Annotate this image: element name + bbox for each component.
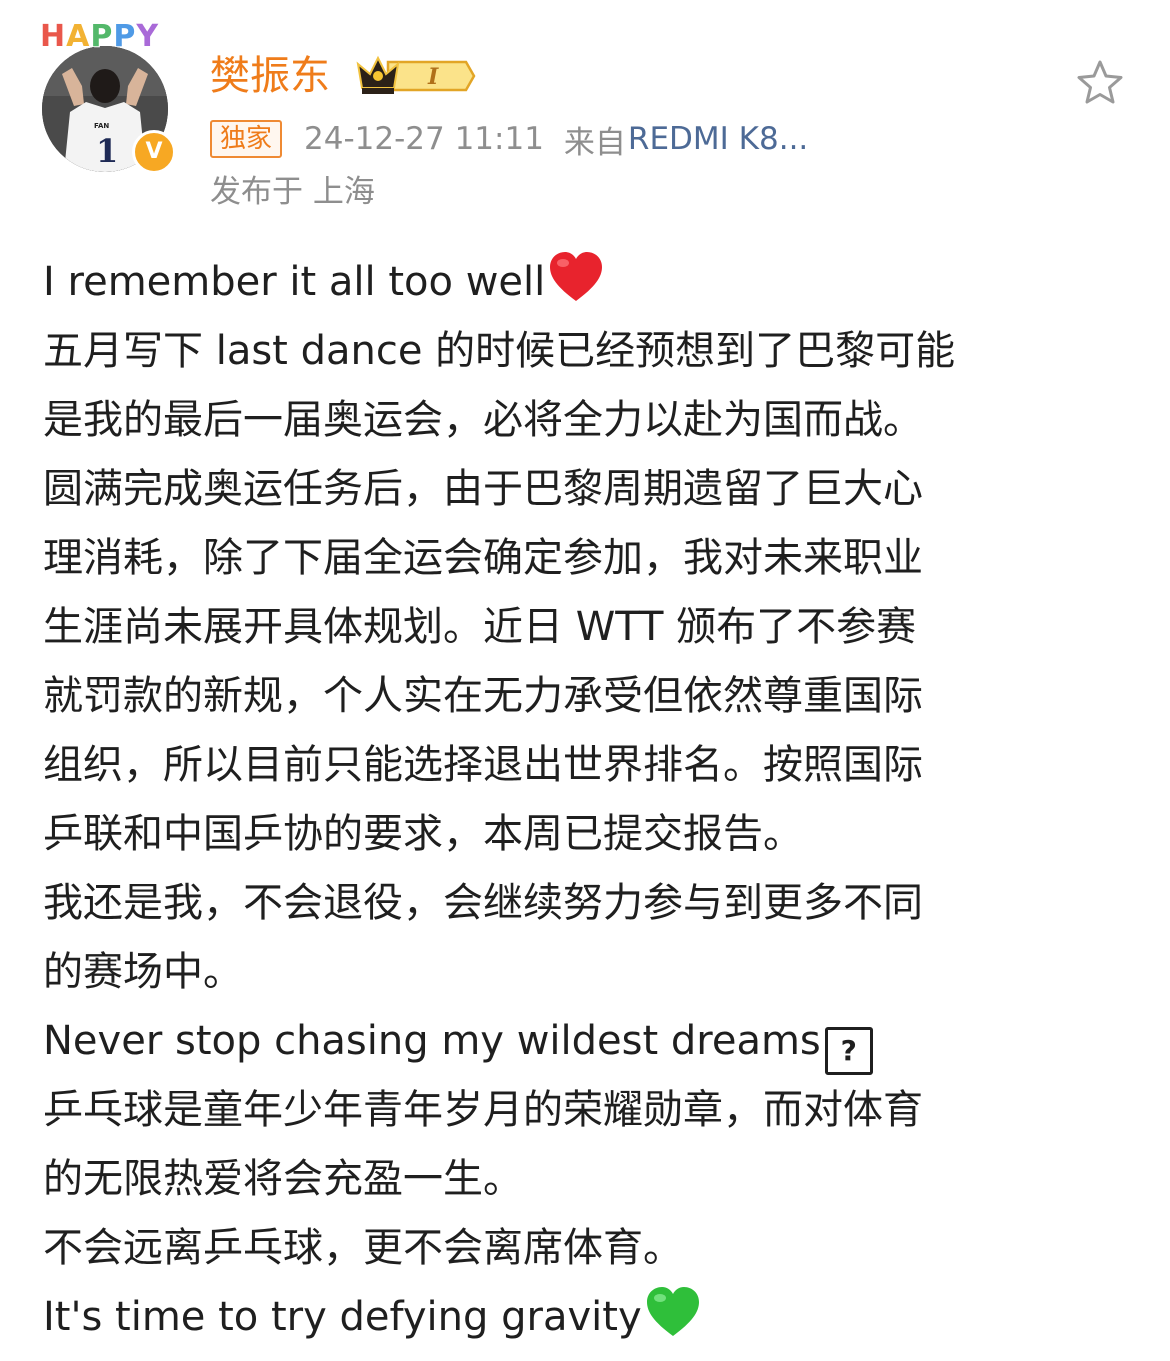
post-line: 五月写下 last dance 的时候已经预想到了巴黎可能: [43, 328, 956, 374]
happy-frame-text: HAPPY: [40, 20, 159, 54]
jersey-text: FAN: [94, 122, 109, 130]
jersey-number: 1: [96, 132, 118, 170]
post-line-text: It's time to try defying gravity: [43, 1294, 642, 1340]
post-line: 的赛场中。: [43, 949, 243, 995]
post-line: 是我的最后一届奥运会，必将全力以赴为国而战。: [43, 397, 923, 443]
post-line: 生涯尚未展开具体规划。近日 WTT 颁布了不参赛: [43, 604, 917, 650]
happy-letter: A: [66, 19, 91, 54]
post-line: I remember it all too well: [43, 248, 1133, 317]
post-line-text: I remember it all too well: [43, 259, 546, 305]
post-line: Never stop chasing my wildest dreams?: [43, 1007, 1133, 1076]
exclusive-tag: 独家: [210, 120, 283, 158]
post-line: 乒联和中国乒协的要求，本周已提交报告。: [43, 811, 803, 857]
post-line: 乒乓球是童年少年青年岁月的荣耀勋章，而对体育: [43, 1087, 923, 1133]
source-device-link[interactable]: REDMI K8...: [628, 121, 808, 157]
post-line: 的无限热爱将会充盈一生。: [43, 1156, 523, 1202]
post-line: 我还是我，不会退役，会继续努力参与到更多不同: [43, 880, 923, 926]
verified-badge-icon: V: [132, 130, 176, 174]
avatar-container[interactable]: HAPPY FAN 1 V: [40, 20, 180, 174]
post-location: 发布于 上海: [210, 174, 375, 210]
post-line: 组织，所以目前只能选择退出世界排名。按照国际: [43, 742, 923, 788]
happy-letter: P: [113, 19, 137, 54]
source-prefix: 来自: [563, 124, 626, 161]
crown-level-badge-icon[interactable]: I: [356, 54, 476, 98]
post-line-text: Never stop chasing my wildest dreams: [43, 1018, 821, 1064]
red-heart-icon: [550, 252, 603, 301]
happy-letter: Y: [136, 19, 160, 54]
post-line: 圆满完成奥运任务后，由于巴黎周期遗留了巨大心: [43, 466, 923, 512]
post-body: I remember it all too well 五月写下 last dan…: [43, 248, 1133, 1352]
username[interactable]: 樊振东: [210, 48, 330, 104]
post-line: It's time to try defying gravity: [43, 1283, 1133, 1352]
green-heart-icon: [646, 1287, 699, 1336]
level-badge-text: I: [427, 64, 439, 90]
post-line: 就罚款的新规，个人实在无力承受但依然尊重国际: [43, 673, 923, 719]
post-meta-row: 独家 24-12-27 11:11 来自 REDMI K8...: [210, 118, 808, 161]
post-header: HAPPY FAN 1 V 樊振东 I 独家 24-12-27 11:11 来自…: [0, 0, 1170, 240]
happy-letter: P: [90, 19, 114, 54]
post-line: 理消耗，除了下届全运会确定参加，我对未来职业: [43, 535, 923, 581]
happy-letter: H: [40, 19, 67, 54]
unknown-glyph-icon: ?: [824, 1027, 873, 1075]
star-outline-icon[interactable]: [1075, 58, 1125, 108]
post-line: 不会远离乒乓球，更不会离席体育。: [43, 1225, 683, 1271]
timestamp: 24-12-27 11:11: [304, 121, 544, 157]
